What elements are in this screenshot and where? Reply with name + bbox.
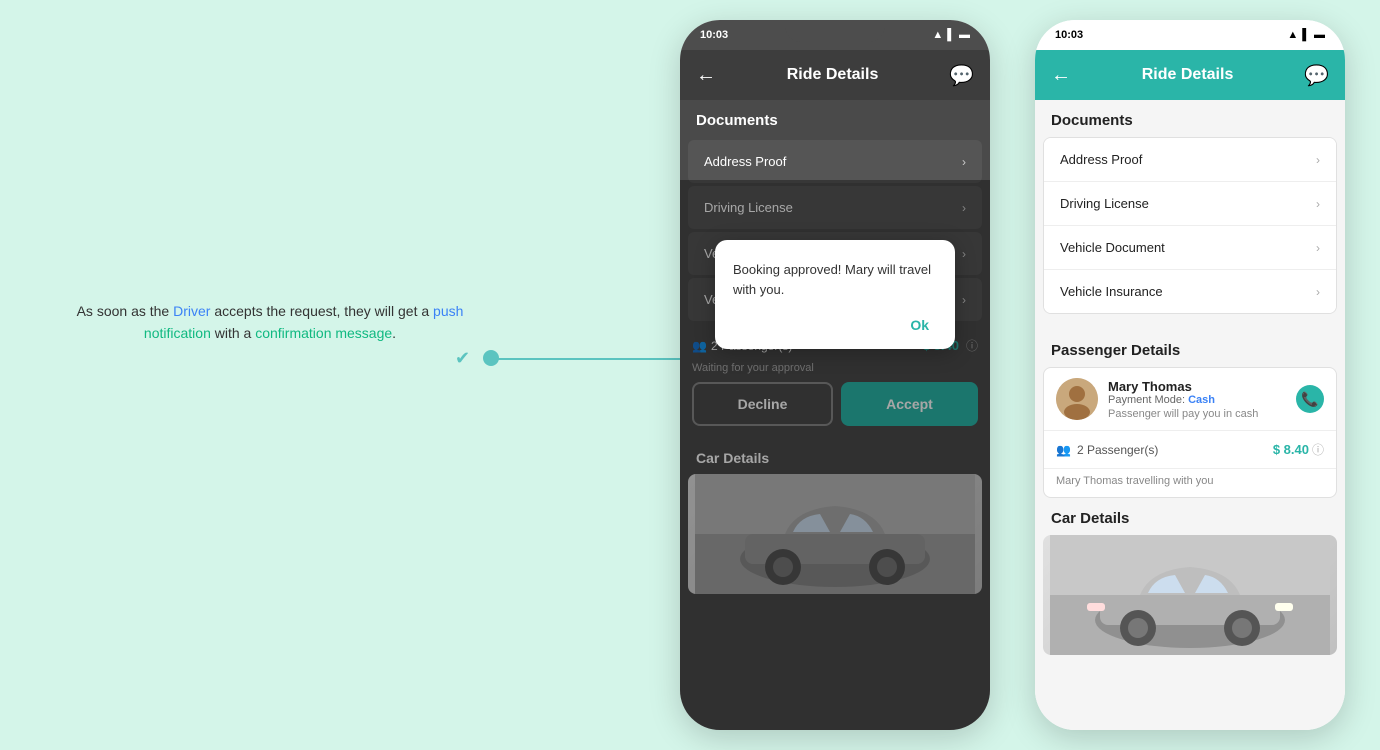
annotation-text: As soon as the Driver accepts the reques…: [40, 300, 500, 345]
time-left: 10:03: [700, 29, 728, 41]
dialog-btn-row: Ok: [733, 315, 937, 335]
highlight-driver: Driver: [173, 303, 210, 319]
documents-section-header-right: Documents: [1035, 100, 1345, 137]
doc-label: Address Proof: [704, 154, 786, 169]
doc-item-address-proof-right[interactable]: Address Proof ›: [1044, 138, 1336, 182]
dialog-box: Booking approved! Mary will travel with …: [715, 240, 955, 349]
mary-travel-note: Mary Thomas travelling with you: [1044, 469, 1336, 497]
passenger-note: Passenger will pay you in cash: [1108, 406, 1296, 420]
car-image-right: [1043, 535, 1337, 655]
passenger-row-right: 👥 2 Passenger(s) $ 8.40 ⓘ: [1044, 431, 1336, 469]
header-title-right: Ride Details: [1142, 66, 1234, 84]
passenger-price-right: $ 8.40: [1273, 442, 1309, 457]
passenger-card-right: Mary Thomas Payment Mode: Cash Passenger…: [1043, 367, 1337, 498]
signal-icon-right: ▌: [1302, 29, 1310, 41]
notch-right: [1140, 20, 1240, 42]
wifi-icon: ▲: [932, 29, 943, 41]
check-icon: ✔: [455, 348, 477, 370]
time-right: 10:03: [1055, 29, 1083, 41]
message-icon-right[interactable]: 💬: [1304, 63, 1329, 88]
wifi-icon-right: ▲: [1287, 29, 1298, 41]
doc-label: Vehicle Insurance: [1060, 284, 1163, 299]
highlight-notification: notification: [144, 325, 211, 341]
annotation-area: As soon as the Driver accepts the reques…: [40, 300, 500, 345]
back-button-left[interactable]: ←: [696, 64, 716, 87]
chevron-icon: ›: [1316, 197, 1320, 211]
count-label-right: 2 Passenger(s): [1077, 443, 1158, 457]
passenger-name: Mary Thomas: [1108, 379, 1296, 394]
notch-left: [785, 20, 885, 42]
header-left: ← Ride Details 💬: [680, 50, 990, 100]
header-title-left: Ride Details: [787, 66, 879, 84]
dialog-text: Booking approved! Mary will travel with …: [733, 260, 937, 299]
passenger-section-label-right: Passenger Details: [1043, 334, 1337, 367]
passenger-avatar: [1056, 378, 1098, 420]
chevron-icon: ›: [1316, 285, 1320, 299]
doc-item-vehicle-insurance-right[interactable]: Vehicle Insurance ›: [1044, 270, 1336, 313]
car-section-right: Car Details: [1035, 498, 1345, 655]
passenger-section-right: Passenger Details Mary Thomas: [1035, 326, 1345, 498]
status-icons-right: ▲ ▌ ▬: [1287, 29, 1325, 41]
doc-item-vehicle-document-right[interactable]: Vehicle Document ›: [1044, 226, 1336, 270]
battery-icon: ▬: [959, 29, 970, 41]
dialog-overlay: Booking approved! Mary will travel with …: [680, 180, 990, 730]
header-right: ← Ride Details 💬: [1035, 50, 1345, 100]
phone-body-right: Documents Address Proof › Driving Licens…: [1035, 100, 1345, 730]
docs-container-right: Address Proof › Driving License › Vehicl…: [1043, 137, 1337, 314]
passenger-payment: Payment Mode: Cash: [1108, 394, 1296, 406]
battery-icon-right: ▬: [1314, 29, 1325, 41]
phone-body-left: Documents Address Proof › Driving Licens…: [680, 100, 990, 730]
doc-item-driving-license-right[interactable]: Driving License ›: [1044, 182, 1336, 226]
message-icon-left[interactable]: 💬: [949, 63, 974, 88]
status-icons-left: ▲ ▌ ▬: [932, 29, 970, 41]
connector-line: [490, 358, 690, 360]
chevron-icon: ›: [962, 155, 966, 169]
info-icon-right: ⓘ: [1312, 441, 1324, 458]
back-button-right[interactable]: ←: [1051, 64, 1071, 87]
avatar-svg: [1056, 378, 1098, 420]
call-icon[interactable]: 📞: [1296, 385, 1324, 413]
car-section-label-right: Car Details: [1043, 506, 1337, 535]
passenger-count-right: 👥 2 Passenger(s): [1056, 443, 1158, 457]
chevron-icon: ›: [1316, 153, 1320, 167]
documents-section-header-left: Documents: [680, 100, 990, 137]
doc-label: Driving License: [1060, 196, 1149, 211]
highlight-confirmation: confirmation message: [255, 325, 392, 341]
dialog-ok-button[interactable]: Ok: [902, 315, 937, 335]
payment-value: Cash: [1188, 394, 1215, 406]
passenger-info-right: Mary Thomas Payment Mode: Cash Passenger…: [1044, 368, 1336, 431]
phone-left: 10:03 ▲ ▌ ▬ ← Ride Details 💬 Documents A…: [680, 20, 990, 730]
doc-item-address-proof-left[interactable]: Address Proof ›: [688, 140, 982, 183]
passenger-name-block: Mary Thomas Payment Mode: Cash Passenger…: [1108, 379, 1296, 420]
doc-label: Address Proof: [1060, 152, 1142, 167]
chevron-icon: ›: [1316, 241, 1320, 255]
phone-right: 10:03 ▲ ▌ ▬ ← Ride Details 💬 Documents A…: [1035, 20, 1345, 730]
highlight-push: push: [433, 303, 463, 319]
people-icon-right: 👥: [1056, 443, 1071, 457]
payment-mode-label: Payment Mode:: [1108, 394, 1185, 406]
doc-label: Vehicle Document: [1060, 240, 1165, 255]
signal-icon: ▌: [947, 29, 955, 41]
car-svg-right: [1043, 535, 1337, 655]
